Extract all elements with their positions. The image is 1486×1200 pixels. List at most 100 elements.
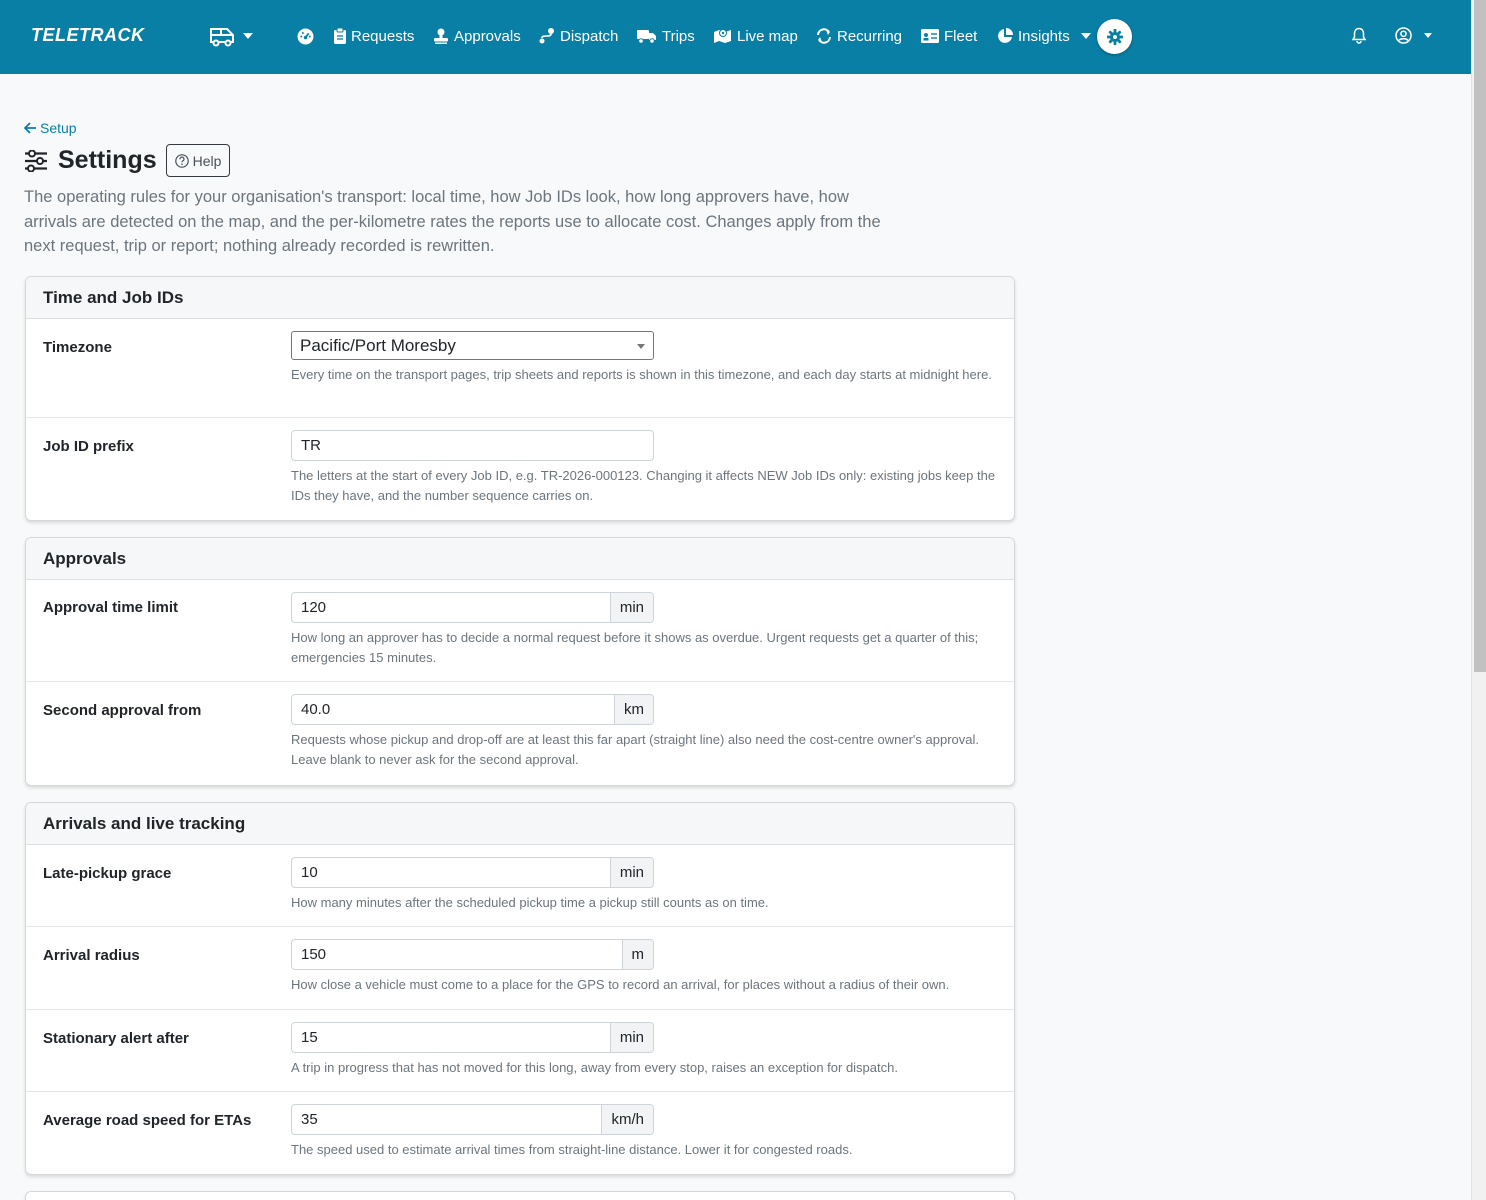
arrow-left-icon <box>24 122 36 134</box>
job-id-prefix-value: TR <box>301 437 321 454</box>
user-menu[interactable] <box>1395 27 1432 44</box>
job-id-prefix-label: Job ID prefix <box>43 438 134 455</box>
nav-dashboard[interactable] <box>297 24 314 48</box>
nav-approvals-label: Approvals <box>454 27 521 45</box>
nav-live-map-label: Live map <box>737 27 798 45</box>
help-button-label: Help <box>192 152 222 169</box>
arrival-radius-input[interactable]: 150 m <box>291 939 654 970</box>
card-time-job-ids: Time and Job IDs Timezone Pacific/Port M… <box>25 276 1015 521</box>
approval-time-limit-label: Approval time limit <box>43 599 179 616</box>
van-icon <box>210 28 234 47</box>
scrollbar-thumb[interactable] <box>1474 0 1486 672</box>
nav-requests-label: Requests <box>351 27 415 45</box>
setting-row-approval-time-limit: Approval time limit 120 min How long an … <box>26 580 1014 682</box>
setting-row-timezone: Timezone Pacific/Port Moresby Every time… <box>26 319 1014 418</box>
user-circle-icon <box>1395 27 1412 44</box>
unit-addon: km <box>614 695 653 724</box>
setting-row-arrival-radius: Arrival radius 150 m How close a vehicle… <box>26 927 1014 1010</box>
page-header: Settings Help <box>24 144 231 177</box>
truck-icon <box>637 29 656 44</box>
nav-fleet-label: Fleet <box>944 27 978 45</box>
card-title: Approvals <box>26 538 1014 580</box>
stamp-icon <box>434 28 448 44</box>
bell-icon <box>1351 27 1367 44</box>
setting-row-average-speed: Average road speed for ETAs 35 km/h The … <box>26 1092 1014 1174</box>
late-pickup-grace-input[interactable]: 10 min <box>291 857 654 888</box>
nav-insights[interactable]: Insights <box>997 24 1091 48</box>
gauge-icon <box>297 28 314 44</box>
gear-icon <box>1106 28 1123 45</box>
stationary-alert-help: A trip in progress that has not moved fo… <box>291 1060 898 1075</box>
nav-approvals[interactable]: Approvals <box>433 24 521 48</box>
average-speed-label: Average road speed for ETAs <box>43 1112 252 1129</box>
clipboard-icon <box>334 28 346 44</box>
setting-row-job-id-prefix: Job ID prefix TR The letters at the star… <box>26 418 1014 520</box>
unit-addon: min <box>609 858 653 887</box>
timezone-select[interactable]: Pacific/Port Moresby <box>291 331 654 360</box>
setting-row-late-pickup-grace: Late-pickup grace 10 min How many minute… <box>26 845 1014 927</box>
nav-requests[interactable]: Requests <box>334 24 414 48</box>
back-link[interactable]: Setup <box>24 120 77 136</box>
nav-live-map[interactable]: Live map <box>714 24 798 48</box>
pie-chart-icon <box>998 28 1013 43</box>
late-pickup-grace-help: How many minutes after the scheduled pic… <box>291 895 769 910</box>
settings-button[interactable] <box>1097 19 1132 54</box>
job-id-prefix-help: The letters at the start of every Job ID… <box>291 468 996 503</box>
late-pickup-grace-value: 10 <box>301 864 318 881</box>
unit-addon: min <box>609 593 653 622</box>
second-approval-input[interactable]: 40.0 km <box>291 694 654 725</box>
question-circle-icon <box>174 153 189 168</box>
brand-logo[interactable]: TELETRACK <box>31 25 145 46</box>
timezone-label: Timezone <box>43 339 112 356</box>
page-title: Settings <box>58 146 157 174</box>
chevron-down-icon <box>1080 33 1091 39</box>
nav-trips[interactable]: Trips <box>637 24 695 48</box>
stationary-alert-value: 15 <box>301 1029 318 1046</box>
setting-row-second-approval: Second approval from 40.0 km Requests wh… <box>26 682 1014 785</box>
id-card-icon <box>921 29 939 43</box>
repeat-icon <box>817 28 831 44</box>
arrival-radius-label: Arrival radius <box>43 947 140 964</box>
timezone-help: Every time on the transport pages, trip … <box>291 367 992 382</box>
card-approvals: Approvals Approval time limit 120 min Ho… <box>25 537 1015 786</box>
average-speed-help: The speed used to estimate arrival times… <box>291 1142 853 1157</box>
late-pickup-grace-label: Late-pickup grace <box>43 865 172 882</box>
vehicle-switcher[interactable] <box>209 22 257 50</box>
sliders-icon <box>25 149 47 172</box>
help-button[interactable]: Help <box>165 144 231 177</box>
second-approval-label: Second approval from <box>43 702 202 719</box>
stationary-alert-label: Stationary alert after <box>43 1030 189 1047</box>
unit-addon: m <box>621 940 653 969</box>
nav-dispatch-label: Dispatch <box>560 27 619 45</box>
back-link-label: Setup <box>40 120 77 136</box>
chevron-down-icon <box>243 33 253 39</box>
nav-recurring-label: Recurring <box>837 27 903 45</box>
chevron-down-icon <box>1424 33 1432 38</box>
page-scrollbar[interactable] <box>1471 0 1486 1200</box>
route-icon <box>539 28 554 44</box>
job-id-prefix-input[interactable]: TR <box>291 430 654 461</box>
card-next-section <box>25 1191 1015 1200</box>
nav-trips-label: Trips <box>662 27 695 45</box>
setting-row-stationary-alert: Stationary alert after 15 min A trip in … <box>26 1010 1014 1092</box>
card-arrivals-tracking: Arrivals and live tracking Late-pickup g… <box>25 802 1015 1175</box>
average-speed-input[interactable]: 35 km/h <box>291 1104 654 1135</box>
nav-insights-label: Insights <box>1018 27 1070 45</box>
stationary-alert-input[interactable]: 15 min <box>291 1022 654 1053</box>
unit-addon: km/h <box>601 1105 653 1134</box>
arrival-radius-value: 150 <box>301 946 327 963</box>
notifications-button[interactable] <box>1351 27 1367 49</box>
nav-dispatch[interactable]: Dispatch <box>539 24 618 48</box>
second-approval-help: Requests whose pickup and drop-off are a… <box>291 732 980 767</box>
approval-time-limit-help: How long an approver has to decide a nor… <box>291 630 979 665</box>
card-title: Arrivals and live tracking <box>26 803 1014 845</box>
approval-time-limit-value: 120 <box>301 599 327 616</box>
approval-time-limit-input[interactable]: 120 min <box>291 592 654 623</box>
unit-addon: min <box>609 1023 653 1052</box>
map-icon <box>714 29 731 43</box>
top-navbar: TELETRACK Requests Approvals Dispatch Tr… <box>0 0 1471 74</box>
nav-recurring[interactable]: Recurring <box>816 24 902 48</box>
nav-fleet[interactable]: Fleet <box>921 24 977 48</box>
card-title: Time and Job IDs <box>26 277 1014 319</box>
arrival-radius-help: How close a vehicle must come to a place… <box>291 977 950 992</box>
